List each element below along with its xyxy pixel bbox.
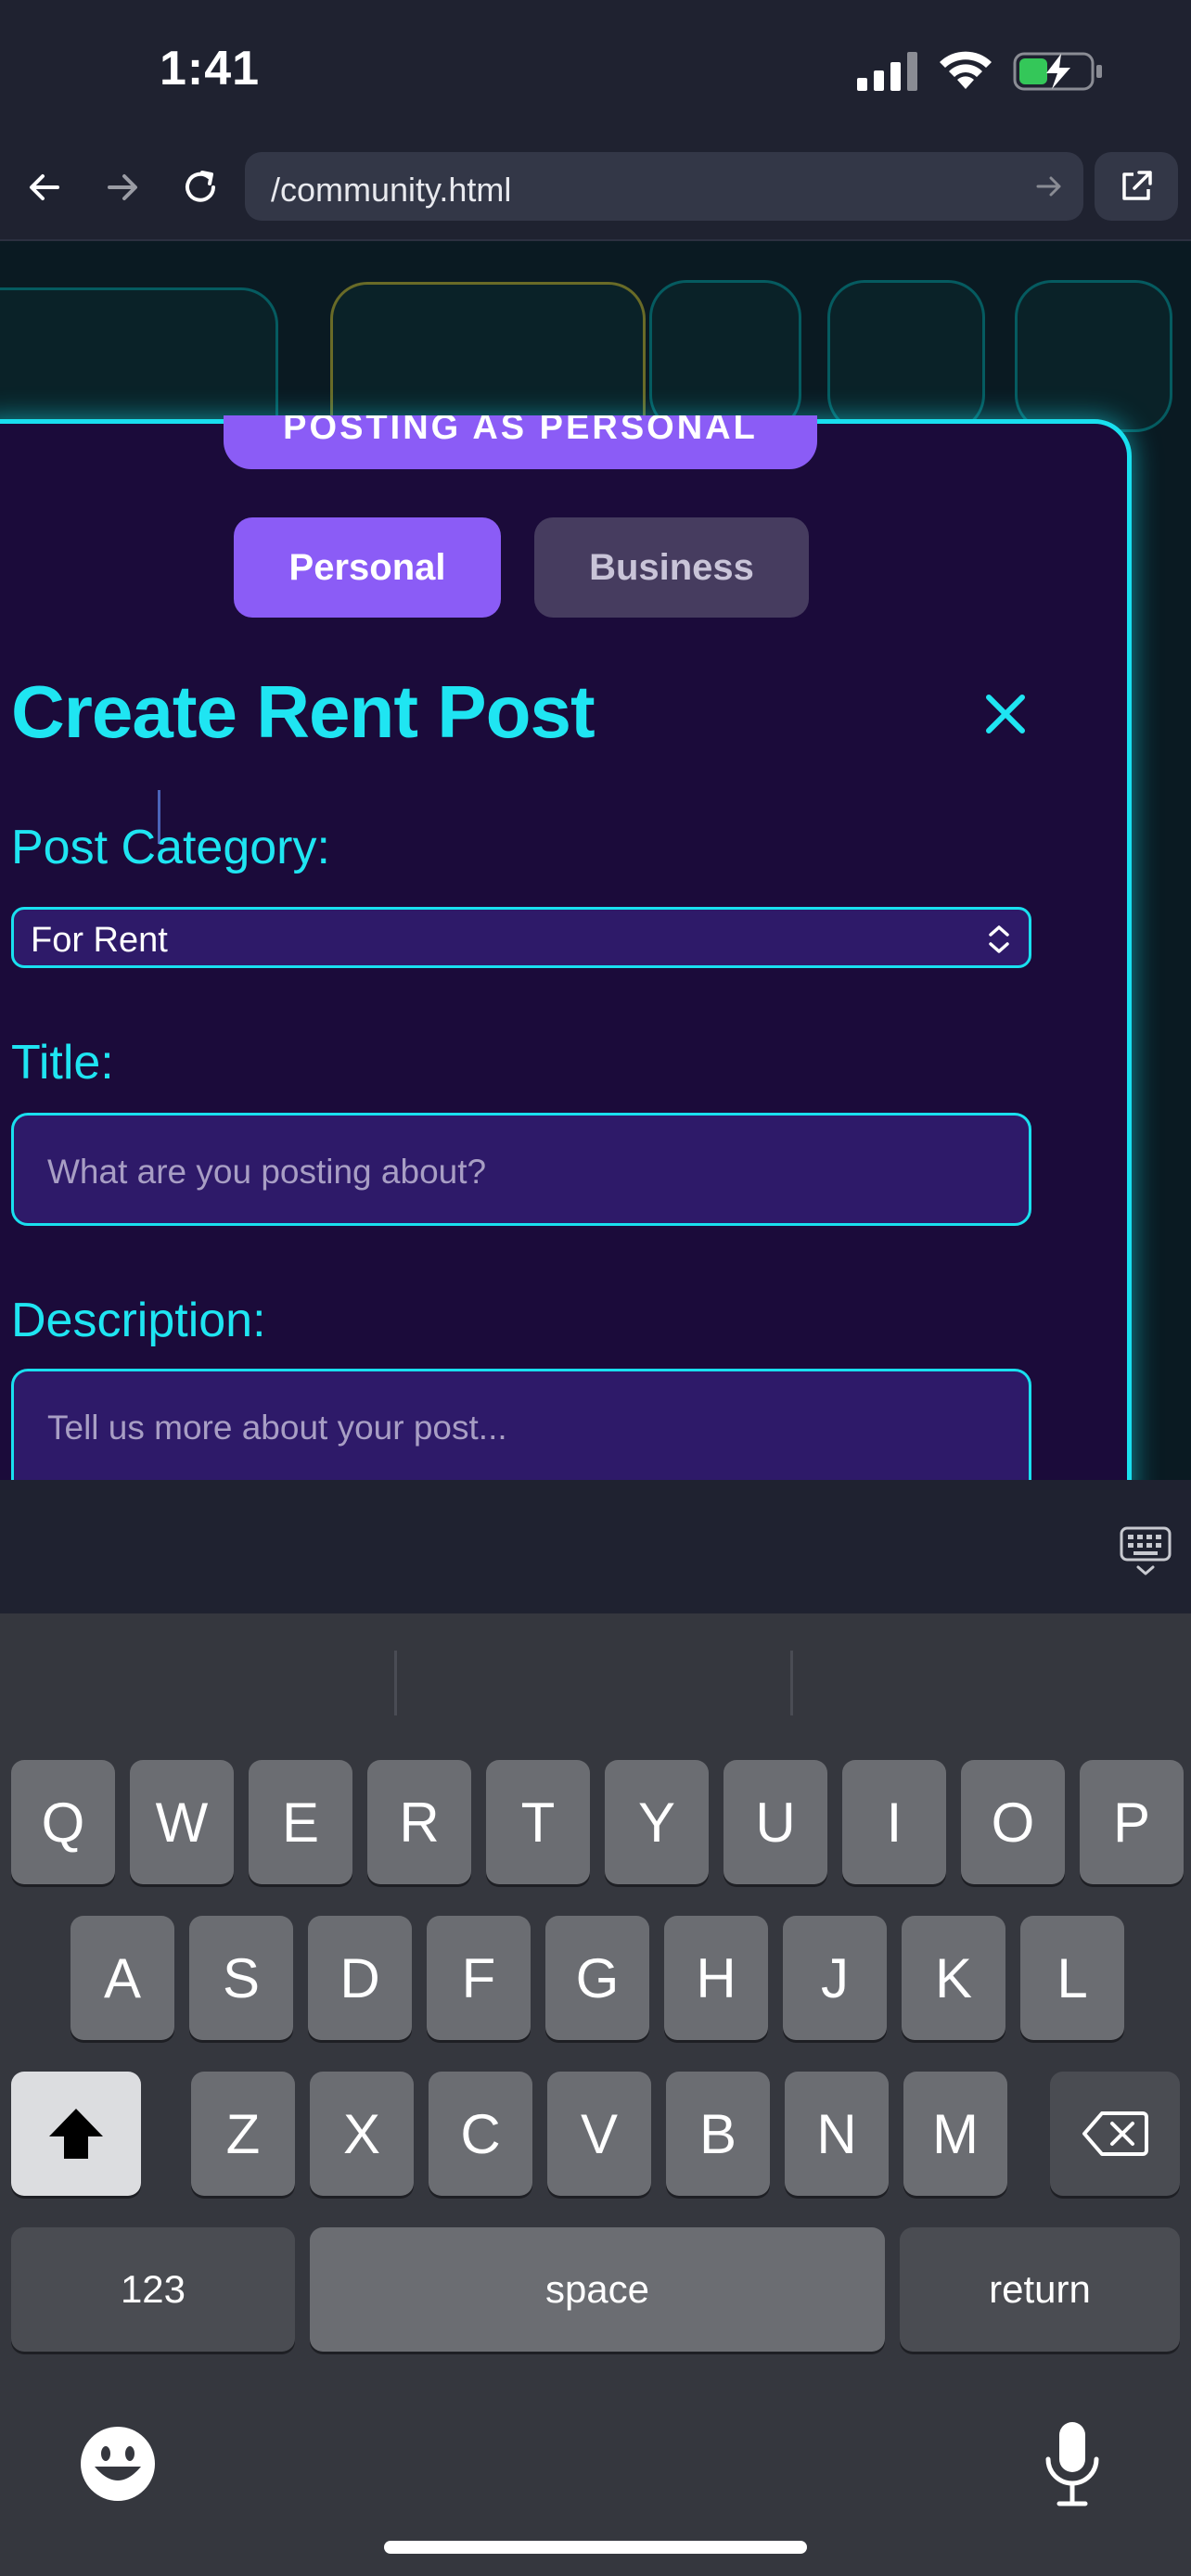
key-d[interactable]: D: [308, 1916, 412, 2040]
close-icon[interactable]: [980, 688, 1031, 740]
reload-icon: [186, 171, 215, 202]
key-c[interactable]: C: [429, 2072, 532, 2196]
suggestion-divider: [394, 1651, 397, 1715]
key-t[interactable]: T: [486, 1760, 590, 1884]
key-g[interactable]: G: [545, 1916, 649, 2040]
microphone-icon[interactable]: [1043, 2420, 1102, 2507]
chevron-up-down-icon: [989, 925, 1009, 953]
status-time: 1:41: [160, 42, 261, 96]
key-j[interactable]: J: [783, 1916, 887, 2040]
key-u[interactable]: U: [724, 1760, 827, 1884]
background-icon-tile: [1015, 280, 1172, 432]
suggestion-divider: [790, 1651, 793, 1715]
external-link-icon: [1122, 171, 1152, 200]
key-q[interactable]: Q: [11, 1760, 115, 1884]
key-k[interactable]: K: [902, 1916, 1005, 2040]
space-key[interactable]: space: [310, 2227, 885, 2352]
category-label: Post Category:: [11, 821, 330, 874]
return-key[interactable]: return: [900, 2227, 1180, 2352]
description-textarea[interactable]: Tell us more about your post...: [11, 1369, 1031, 1498]
keyboard-accessory-bar: [0, 1480, 1191, 1613]
forward-button[interactable]: [96, 161, 148, 213]
key-y[interactable]: Y: [605, 1760, 709, 1884]
battery-charging-icon: [1013, 52, 1102, 91]
status-bar: 1:41: [0, 0, 1191, 139]
arrow-right-icon: [108, 174, 137, 200]
wifi-icon: [940, 51, 992, 89]
key-a[interactable]: A: [70, 1916, 174, 2040]
key-e[interactable]: E: [249, 1760, 352, 1884]
key-f[interactable]: F: [427, 1916, 531, 2040]
open-external-button[interactable]: [1095, 152, 1178, 221]
description-placeholder: Tell us more about your post...: [47, 1409, 507, 1447]
key-x[interactable]: X: [310, 2072, 414, 2196]
key-l[interactable]: L: [1020, 1916, 1124, 2040]
key-b[interactable]: B: [666, 2072, 770, 2196]
arrow-left-icon: [30, 174, 59, 200]
browser-toolbar: /community.html: [0, 139, 1191, 241]
shift-key[interactable]: [11, 2072, 141, 2196]
back-button[interactable]: [19, 161, 70, 213]
title-placeholder: What are you posting about?: [47, 1153, 487, 1191]
url-text: /community.html: [271, 171, 512, 209]
key-o[interactable]: O: [961, 1760, 1065, 1884]
posting-as-badge: POSTING AS PERSONAL: [224, 415, 817, 469]
key-v[interactable]: V: [547, 2072, 651, 2196]
go-arrow-icon[interactable]: [1035, 172, 1063, 200]
description-label: Description:: [11, 1294, 266, 1347]
home-indicator[interactable]: [384, 2541, 807, 2554]
key-i[interactable]: I: [842, 1760, 946, 1884]
key-z[interactable]: Z: [191, 2072, 295, 2196]
emoji-icon[interactable]: [78, 2424, 158, 2504]
reload-button[interactable]: [174, 161, 226, 213]
category-select[interactable]: For Rent: [11, 907, 1031, 968]
key-w[interactable]: W: [130, 1760, 234, 1884]
shift-icon: [49, 2109, 103, 2159]
business-toggle-button[interactable]: Business: [534, 517, 809, 618]
background-icon-tile: [827, 280, 985, 432]
modal-title: Create Rent Post: [11, 670, 596, 753]
keyboard-dismiss-icon[interactable]: [1119, 1524, 1172, 1578]
key-s[interactable]: S: [189, 1916, 293, 2040]
category-select-value: For Rent: [31, 921, 168, 960]
screen: 1:41 /community.html POSTING AS PERSONAL…: [0, 0, 1191, 2576]
key-m[interactable]: M: [903, 2072, 1007, 2196]
title-input[interactable]: What are you posting about?: [11, 1113, 1031, 1226]
delete-key[interactable]: [1050, 2072, 1180, 2196]
personal-toggle-button[interactable]: Personal: [234, 517, 501, 618]
key-h[interactable]: H: [664, 1916, 768, 2040]
key-n[interactable]: N: [785, 2072, 889, 2196]
numbers-key[interactable]: 123: [11, 2227, 295, 2352]
backspace-icon: [1082, 2111, 1148, 2156]
key-p[interactable]: P: [1080, 1760, 1184, 1884]
background-icon-tile: [649, 280, 801, 432]
cellular-signal-icon: [857, 52, 917, 91]
key-r[interactable]: R: [367, 1760, 471, 1884]
address-bar[interactable]: /community.html: [245, 152, 1083, 221]
title-label: Title:: [11, 1036, 114, 1090]
